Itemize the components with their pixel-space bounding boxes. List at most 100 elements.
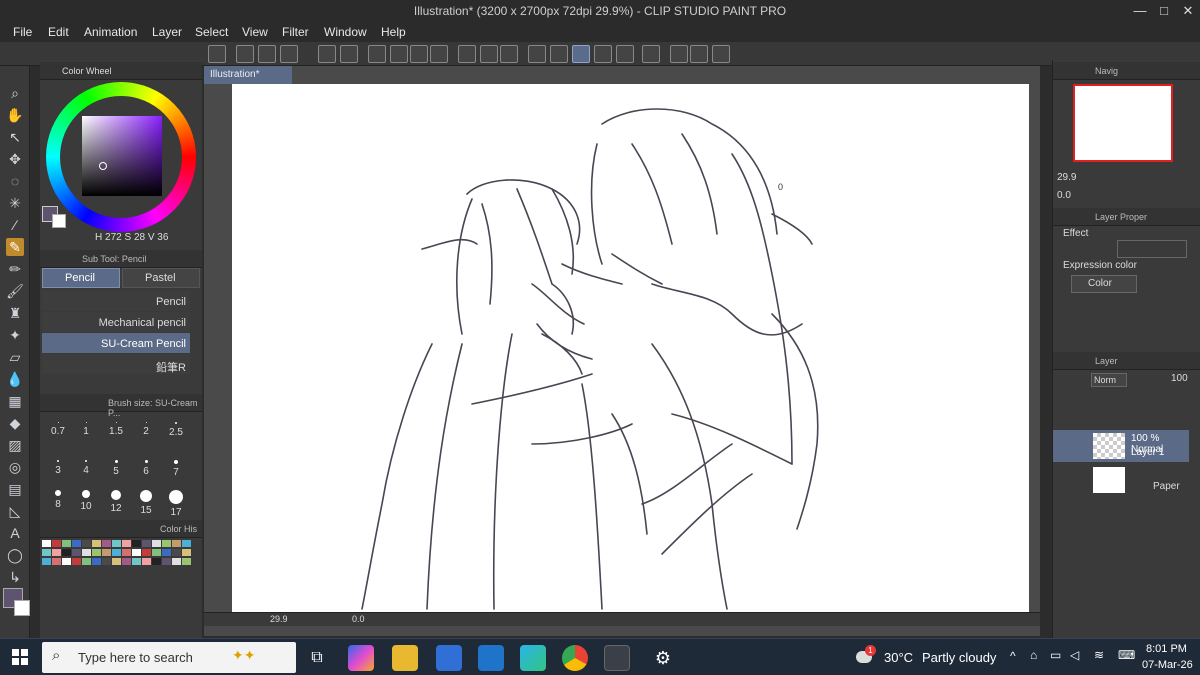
correct-line-icon[interactable]: ↳ — [6, 568, 24, 586]
minimize-button[interactable]: — — [1128, 2, 1152, 20]
color-history-swatch[interactable] — [82, 549, 91, 556]
close-button[interactable]: ✕ — [1176, 2, 1200, 20]
brush-item-pencil[interactable]: Pencil — [42, 291, 190, 311]
canvas-rotation-value[interactable]: 0.0 — [352, 614, 365, 624]
color-history-swatch[interactable] — [142, 558, 151, 565]
color-history-swatch[interactable] — [122, 549, 131, 556]
deselect-icon[interactable] — [458, 45, 476, 63]
pen-tool-icon[interactable]: ✎ — [6, 238, 24, 256]
menu-layer[interactable]: Layer — [152, 25, 182, 39]
color-history-swatch[interactable] — [42, 558, 51, 565]
menu-animation[interactable]: Animation — [84, 25, 137, 39]
pencil-tool-icon[interactable]: ✏ — [6, 260, 24, 278]
windows-start-icon[interactable] — [12, 649, 28, 665]
color-picker-cursor[interactable] — [99, 162, 107, 170]
color-history-swatch[interactable] — [182, 549, 191, 556]
brush-tool-icon[interactable]: 🖌 — [6, 282, 24, 300]
wheel-sub-color[interactable] — [52, 214, 66, 228]
color-history-swatch[interactable] — [112, 558, 121, 565]
decoration-icon[interactable]: ✦ — [6, 326, 24, 344]
color-history-swatch[interactable] — [112, 549, 121, 556]
wifi-icon[interactable]: ≋ — [1094, 648, 1104, 662]
color-history-swatch[interactable] — [72, 540, 81, 547]
color-history-swatch[interactable] — [82, 540, 91, 547]
chrome-icon[interactable] — [562, 645, 588, 671]
brush-size-7[interactable]: 7 — [163, 460, 189, 478]
color-history-swatch[interactable] — [82, 558, 91, 565]
blend-tool-icon[interactable]: 💧 — [6, 370, 24, 388]
color-history-swatch[interactable] — [92, 558, 101, 565]
airbrush-icon[interactable]: ♜ — [6, 304, 24, 322]
brush-size-2.5[interactable]: 2.5 — [163, 422, 189, 438]
save-icon[interactable] — [280, 45, 298, 63]
lasso-tool-icon[interactable]: ◌ — [6, 172, 24, 190]
color-history-swatch[interactable] — [72, 549, 81, 556]
color-history-swatch[interactable] — [92, 540, 101, 547]
line-tool-icon[interactable]: ◺ — [6, 502, 24, 520]
copilot-icon[interactable] — [348, 645, 374, 671]
edge-icon[interactable] — [520, 645, 546, 671]
clock-date[interactable]: 07-Mar-26 — [1142, 659, 1193, 671]
clip-studio-icon[interactable] — [604, 645, 630, 671]
color-history-swatch[interactable] — [162, 558, 171, 565]
fill-tool-icon[interactable]: ◆ — [6, 414, 24, 432]
brush-size-5[interactable]: 5 — [103, 460, 129, 477]
eraser-icon[interactable]: ▱ — [6, 348, 24, 366]
color-history-swatch[interactable] — [52, 549, 61, 556]
tab-pencil[interactable]: Pencil — [42, 268, 120, 288]
color-history-swatch[interactable] — [72, 558, 81, 565]
color-history-swatch[interactable] — [132, 540, 141, 547]
brush-size-17[interactable]: 17 — [163, 490, 189, 518]
color-history-swatch[interactable] — [172, 540, 181, 547]
color-history-swatch[interactable] — [172, 558, 181, 565]
clear-outside-icon[interactable] — [390, 45, 408, 63]
effect-buttons[interactable] — [1117, 240, 1187, 258]
navigator-zoom[interactable]: 29.9 — [1057, 172, 1076, 183]
text-tool-icon[interactable]: A — [6, 524, 24, 542]
eyedropper-icon[interactable]: ∕ — [6, 216, 24, 234]
settings-gear-icon[interactable]: ⚙ — [650, 645, 676, 671]
clear-icon[interactable] — [368, 45, 386, 63]
menu-file[interactable]: File — [13, 25, 32, 39]
color-history-swatch[interactable] — [102, 549, 111, 556]
fill-icon[interactable] — [410, 45, 428, 63]
brush-size-1[interactable]: 1 — [73, 422, 99, 437]
color-history-swatch[interactable] — [162, 549, 171, 556]
frame-tool-icon[interactable]: ▤ — [6, 480, 24, 498]
brush-size-6[interactable]: 6 — [133, 460, 159, 477]
brush-size-1.5[interactable]: 1.5 — [103, 422, 129, 437]
magic-wand-icon[interactable]: ✳ — [6, 194, 24, 212]
help-icon[interactable] — [670, 45, 688, 63]
taskbar-search[interactable]: ⌕ Type here to search ✦✦ — [42, 642, 296, 673]
color-history-swatch[interactable] — [152, 549, 161, 556]
menu-window[interactable]: Window — [324, 25, 367, 39]
balloon-tool-icon[interactable]: ◯ — [6, 546, 24, 564]
menu-edit[interactable]: Edit — [48, 25, 69, 39]
task-view-icon[interactable]: ⧉ — [304, 645, 330, 671]
expression-select[interactable]: Color — [1071, 275, 1137, 293]
brush-item-pencil-r[interactable]: 鉛筆R — [42, 354, 190, 374]
color-history-swatch[interactable] — [142, 540, 151, 547]
color-history-swatch[interactable] — [62, 549, 71, 556]
menu-filter[interactable]: Filter — [282, 25, 309, 39]
saturation-value-square[interactable] — [82, 116, 162, 196]
open-file-icon[interactable] — [258, 45, 276, 63]
color-history-swatch[interactable] — [182, 558, 191, 565]
color-history-swatch[interactable] — [102, 540, 111, 547]
color-history-swatch[interactable] — [42, 540, 51, 547]
assets-icon[interactable] — [690, 45, 708, 63]
layer-row-paper[interactable]: Paper — [1053, 464, 1189, 496]
blend-mode-select[interactable]: Norm — [1091, 373, 1127, 387]
layer-property-tab[interactable]: Layer Proper — [1095, 212, 1147, 222]
clock-time[interactable]: 8:01 PM — [1146, 643, 1187, 655]
color-history-swatch[interactable] — [62, 558, 71, 565]
color-history-grid[interactable] — [42, 540, 192, 570]
stabilizer-icon[interactable] — [572, 45, 590, 63]
operation-tool-icon[interactable]: ↖ — [6, 128, 24, 146]
document-tab[interactable]: Illustration* — [204, 66, 292, 84]
brush-size-8[interactable]: 8 — [45, 490, 71, 510]
brush-item-mechanical-pencil[interactable]: Mechanical pencil — [42, 312, 190, 332]
canvas-zoom-value[interactable]: 29.9 — [270, 614, 288, 624]
menu-view[interactable]: View — [242, 25, 268, 39]
keyboard-icon[interactable]: ⌨ — [1118, 648, 1135, 662]
